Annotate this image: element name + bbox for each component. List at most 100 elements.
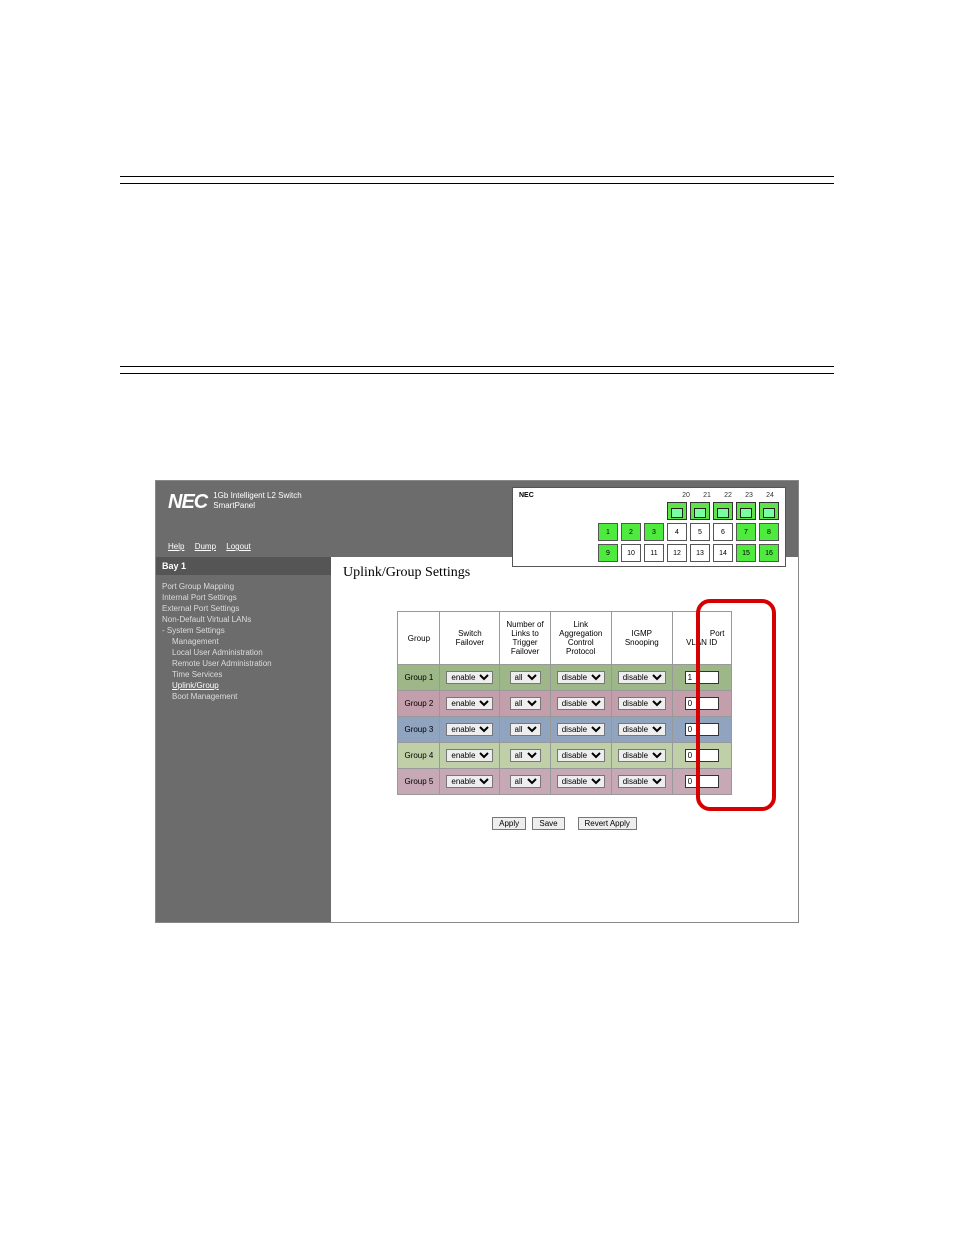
port-label: 22: [719, 492, 737, 499]
menu-logout[interactable]: Logout: [226, 542, 250, 551]
app-window: NEC 1Gb Intelligent L2 Switch SmartPanel…: [155, 480, 799, 923]
nav-time-services[interactable]: Time Services: [162, 669, 325, 680]
divider: [120, 373, 834, 374]
header-bar: NEC 1Gb Intelligent L2 Switch SmartPanel…: [156, 481, 798, 557]
lacp-select[interactable]: disable: [557, 697, 605, 710]
nav-management[interactable]: Management: [162, 636, 325, 647]
port-11[interactable]: 11: [644, 544, 664, 562]
content-pane: Uplink/Group Settings Group Switch Failo…: [331, 557, 798, 922]
logo: NEC: [168, 491, 207, 514]
sf-select[interactable]: enable: [446, 671, 493, 684]
sf-select[interactable]: enable: [446, 775, 493, 788]
table-row: Group 2 enable all disable disable: [398, 691, 731, 717]
table-row: Group 1 enable all disable disable: [398, 665, 731, 691]
ltf-select[interactable]: all: [510, 749, 541, 762]
panel-nec: NEC: [519, 492, 534, 499]
apply-button[interactable]: Apply: [492, 817, 526, 830]
lacp-select[interactable]: disable: [557, 775, 605, 788]
sf-select[interactable]: enable: [446, 697, 493, 710]
port-ext-23[interactable]: [736, 502, 756, 520]
pvid-input[interactable]: [685, 697, 719, 710]
port-10[interactable]: 10: [621, 544, 641, 562]
save-button[interactable]: Save: [532, 817, 564, 830]
port-panel: NEC 20 21 22 23 24: [512, 487, 786, 567]
port-1[interactable]: 1: [598, 523, 618, 541]
port-8[interactable]: 8: [759, 523, 779, 541]
col-switch-failover: Switch Failover: [440, 612, 500, 665]
nav-external-port-settings[interactable]: External Port Settings: [162, 603, 325, 614]
pvid-input[interactable]: [685, 749, 719, 762]
sidebar: Bay 1 Port Group Mapping Internal Port S…: [156, 557, 331, 922]
igmp-select[interactable]: disable: [618, 749, 666, 762]
sf-select[interactable]: enable: [446, 723, 493, 736]
ltf-select[interactable]: all: [510, 775, 541, 788]
lacp-select[interactable]: disable: [557, 671, 605, 684]
col-links-trigger-failover: Number of Links to Trigger Failover: [500, 612, 550, 665]
uplink-group-table: Group Switch Failover Number of Links to…: [397, 611, 731, 795]
port-label: 23: [740, 492, 758, 499]
nav-remote-user-admin[interactable]: Remote User Administration: [162, 658, 325, 669]
nav-uplink-group[interactable]: Uplink/Group: [162, 680, 325, 691]
port-label: 24: [761, 492, 779, 499]
port-ext-22[interactable]: [713, 502, 733, 520]
ltf-select[interactable]: all: [510, 723, 541, 736]
port-4[interactable]: 4: [667, 523, 687, 541]
pvid-input[interactable]: [685, 775, 719, 788]
port-15[interactable]: 15: [736, 544, 756, 562]
menu-help[interactable]: Help: [168, 542, 184, 551]
lacp-select[interactable]: disable: [557, 723, 605, 736]
nav-system-settings[interactable]: - System Settings: [162, 625, 325, 636]
cell-group: Group 5: [398, 769, 440, 795]
col-port-vlan-id: Port VLAN ID: [672, 612, 731, 665]
port-12[interactable]: 12: [667, 544, 687, 562]
nav-port-group-mapping[interactable]: Port Group Mapping: [162, 581, 325, 592]
col-lacp: Link Aggregation Control Protocol: [550, 612, 611, 665]
brand-line2: SmartPanel: [213, 501, 302, 511]
port-label: 20: [677, 492, 695, 499]
revert-apply-button[interactable]: Revert Apply: [578, 817, 637, 830]
bay-label: Bay 1: [156, 557, 331, 575]
divider: [120, 176, 834, 177]
igmp-select[interactable]: disable: [618, 697, 666, 710]
cell-group: Group 1: [398, 665, 440, 691]
col-igmp-snooping: IGMP Snooping: [611, 612, 672, 665]
igmp-select[interactable]: disable: [618, 723, 666, 736]
port-13[interactable]: 13: [690, 544, 710, 562]
port-ext-21[interactable]: [690, 502, 710, 520]
brand-line1: 1Gb Intelligent L2 Switch: [213, 491, 302, 501]
nav-internal-port-settings[interactable]: Internal Port Settings: [162, 592, 325, 603]
sf-select[interactable]: enable: [446, 749, 493, 762]
port-2[interactable]: 2: [621, 523, 641, 541]
divider: [120, 366, 834, 367]
nav-local-user-admin[interactable]: Local User Administration: [162, 647, 325, 658]
port-ext-20[interactable]: [667, 502, 687, 520]
cell-group: Group 2: [398, 691, 440, 717]
col-group: Group: [398, 612, 440, 665]
nav-boot-management[interactable]: Boot Management: [162, 691, 325, 702]
lacp-select[interactable]: disable: [557, 749, 605, 762]
port-9[interactable]: 9: [598, 544, 618, 562]
table-row: Group 4 enable all disable disable: [398, 743, 731, 769]
divider: [120, 183, 834, 184]
nav-non-default-vlans[interactable]: Non-Default Virtual LANs: [162, 614, 325, 625]
ltf-select[interactable]: all: [510, 671, 541, 684]
igmp-select[interactable]: disable: [618, 775, 666, 788]
port-3[interactable]: 3: [644, 523, 664, 541]
pvid-input[interactable]: [685, 671, 719, 684]
port-14[interactable]: 14: [713, 544, 733, 562]
cell-group: Group 4: [398, 743, 440, 769]
pvid-input[interactable]: [685, 723, 719, 736]
page-title: Uplink/Group Settings: [343, 565, 786, 581]
table-row: Group 3 enable all disable disable: [398, 717, 731, 743]
port-6[interactable]: 6: [713, 523, 733, 541]
table-row: Group 5 enable all disable disable: [398, 769, 731, 795]
port-label: 21: [698, 492, 716, 499]
port-16[interactable]: 16: [759, 544, 779, 562]
cell-group: Group 3: [398, 717, 440, 743]
port-ext-24[interactable]: [759, 502, 779, 520]
ltf-select[interactable]: all: [510, 697, 541, 710]
port-7[interactable]: 7: [736, 523, 756, 541]
port-5[interactable]: 5: [690, 523, 710, 541]
menu-dump[interactable]: Dump: [195, 542, 216, 551]
igmp-select[interactable]: disable: [618, 671, 666, 684]
